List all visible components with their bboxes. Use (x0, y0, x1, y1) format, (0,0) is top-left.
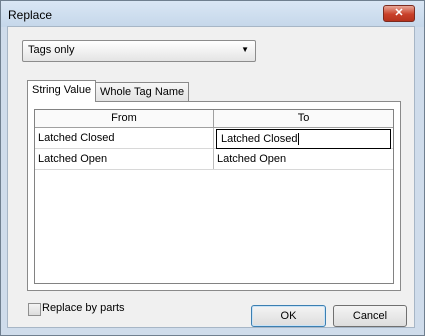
tab-panel: From To Latched Closed Latched Open Latc… (27, 101, 401, 291)
from-cell[interactable]: Latched Open (35, 149, 213, 169)
tab-string-value[interactable]: String Value (27, 80, 97, 102)
chevron-down-icon[interactable]: ▼ (241, 45, 249, 54)
scope-dropdown-value: Tags only (28, 44, 75, 56)
ok-button[interactable]: OK (251, 305, 326, 327)
cancel-button[interactable]: Cancel (333, 305, 407, 327)
tab-whole-tag-name[interactable]: Whole Tag Name (95, 82, 190, 102)
table-row: Latched Open Latched Open (35, 149, 393, 170)
title-bar[interactable]: Replace ✕ (1, 1, 424, 27)
to-cell[interactable]: Latched Open (214, 149, 393, 169)
ok-button-label: OK (280, 310, 297, 322)
window-title: Replace (8, 8, 53, 22)
column-header-from[interactable]: From (35, 110, 214, 127)
from-cell[interactable]: Latched Closed (35, 128, 213, 148)
close-button[interactable]: ✕ (383, 5, 415, 22)
cancel-button-label: Cancel (352, 310, 388, 322)
replace-grid: From To Latched Closed Latched Open Latc… (34, 109, 394, 284)
text-caret (298, 133, 300, 146)
close-icon: ✕ (394, 7, 404, 19)
tab-whole-tag-name-label: Whole Tag Name (100, 86, 185, 98)
column-header-to[interactable]: To (214, 110, 393, 127)
column-divider (213, 128, 214, 169)
scope-dropdown[interactable]: Tags only ▼ (22, 40, 256, 62)
grid-header: From To (35, 110, 393, 128)
to-cell-editor[interactable]: Latched Closed (216, 129, 391, 149)
tab-string-value-label: String Value (32, 84, 92, 96)
to-cell-editor-value: Latched Closed (221, 133, 298, 145)
replace-by-parts-checkbox[interactable] (28, 303, 41, 316)
replace-by-parts-label[interactable]: Replace by parts (42, 302, 125, 314)
